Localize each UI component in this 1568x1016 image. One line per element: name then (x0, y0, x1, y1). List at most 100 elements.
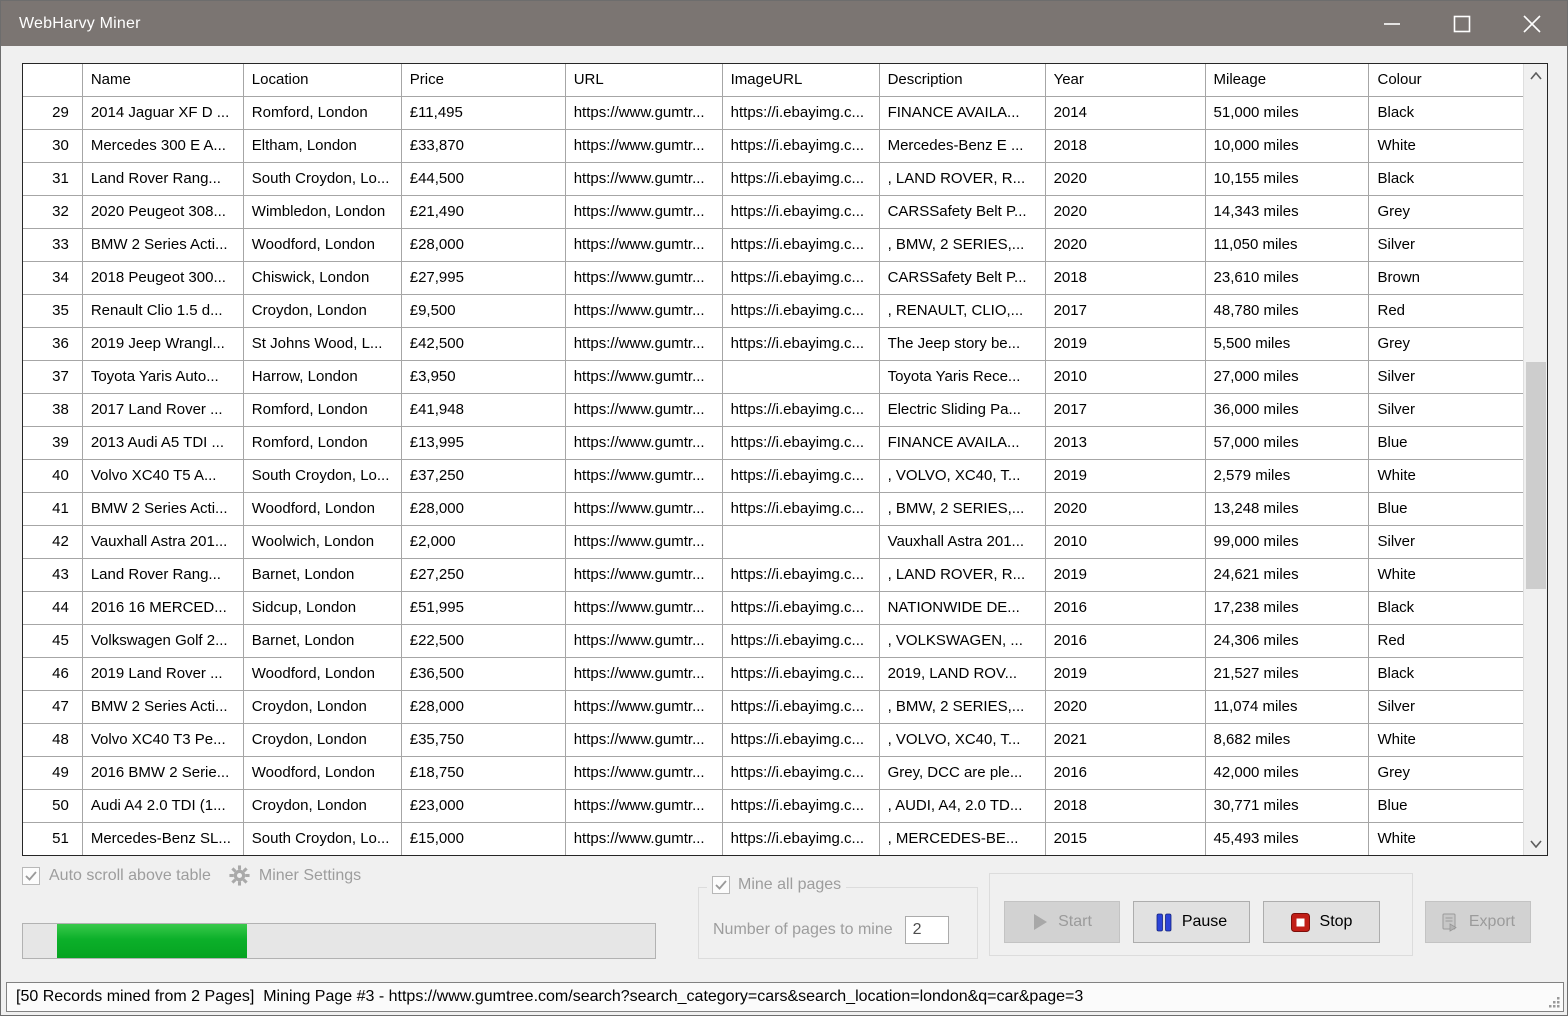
cell-location[interactable]: Wimbledon, London (243, 195, 401, 228)
cell-description[interactable]: , AUDI, A4, 2.0 TD... (879, 789, 1045, 822)
cell-image-url[interactable]: https://i.ebayimg.c... (722, 426, 879, 459)
cell-year[interactable]: 2018 (1045, 129, 1205, 162)
cell-image-url[interactable]: https://i.ebayimg.c... (722, 393, 879, 426)
cell-colour[interactable]: Silver (1369, 525, 1523, 558)
cell-url[interactable]: https://www.gumtr... (565, 459, 722, 492)
cell-location[interactable]: Romford, London (243, 426, 401, 459)
cell-year[interactable]: 2020 (1045, 492, 1205, 525)
cell-image-url[interactable]: https://i.ebayimg.c... (722, 96, 879, 129)
cell-price[interactable]: £27,995 (401, 261, 565, 294)
cell-url[interactable]: https://www.gumtr... (565, 393, 722, 426)
cell-row-number[interactable]: 50 (23, 789, 82, 822)
cell-url[interactable]: https://www.gumtr... (565, 558, 722, 591)
cell-year[interactable]: 2018 (1045, 789, 1205, 822)
cell-name[interactable]: 2020 Peugeot 308... (82, 195, 243, 228)
cell-price[interactable]: £11,495 (401, 96, 565, 129)
cell-row-number[interactable]: 49 (23, 756, 82, 789)
cell-name[interactable]: Mercedes-Benz SL... (82, 822, 243, 855)
cell-location[interactable]: Croydon, London (243, 723, 401, 756)
cell-price[interactable]: £42,500 (401, 327, 565, 360)
cell-row-number[interactable]: 42 (23, 525, 82, 558)
cell-row-number[interactable]: 39 (23, 426, 82, 459)
cell-image-url[interactable] (722, 525, 879, 558)
cell-image-url[interactable] (722, 360, 879, 393)
cell-description[interactable]: , LAND ROVER, R... (879, 558, 1045, 591)
scroll-down-button[interactable] (1524, 832, 1548, 855)
cell-url[interactable]: https://www.gumtr... (565, 756, 722, 789)
cell-mileage[interactable]: 2,579 miles (1205, 459, 1369, 492)
cell-name[interactable]: Land Rover Rang... (82, 558, 243, 591)
cell-price[interactable]: £41,948 (401, 393, 565, 426)
cell-mileage[interactable]: 17,238 miles (1205, 591, 1369, 624)
cell-location[interactable]: Eltham, London (243, 129, 401, 162)
cell-url[interactable]: https://www.gumtr... (565, 723, 722, 756)
cell-colour[interactable]: Silver (1369, 360, 1523, 393)
cell-name[interactable]: 2013 Audi A5 TDI ... (82, 426, 243, 459)
cell-image-url[interactable]: https://i.ebayimg.c... (722, 327, 879, 360)
cell-colour[interactable]: Brown (1369, 261, 1523, 294)
cell-description[interactable]: 2019, LAND ROV... (879, 657, 1045, 690)
column-header-location[interactable]: Location (243, 64, 401, 96)
column-header-price[interactable]: Price (401, 64, 565, 96)
cell-price[interactable]: £37,250 (401, 459, 565, 492)
cell-url[interactable]: https://www.gumtr... (565, 789, 722, 822)
cell-url[interactable]: https://www.gumtr... (565, 822, 722, 855)
stop-button[interactable]: Stop (1263, 901, 1380, 943)
cell-mileage[interactable]: 27,000 miles (1205, 360, 1369, 393)
cell-colour[interactable]: White (1369, 723, 1523, 756)
cell-year[interactable]: 2017 (1045, 294, 1205, 327)
cell-name[interactable]: Volvo XC40 T5 A... (82, 459, 243, 492)
cell-row-number[interactable]: 33 (23, 228, 82, 261)
cell-name[interactable]: Vauxhall Astra 201... (82, 525, 243, 558)
cell-url[interactable]: https://www.gumtr... (565, 162, 722, 195)
column-header-url[interactable]: URL (565, 64, 722, 96)
cell-year[interactable]: 2013 (1045, 426, 1205, 459)
cell-name[interactable]: 2016 16 MERCED... (82, 591, 243, 624)
cell-image-url[interactable]: https://i.ebayimg.c... (722, 624, 879, 657)
cell-row-number[interactable]: 45 (23, 624, 82, 657)
cell-description[interactable]: Mercedes-Benz E ... (879, 129, 1045, 162)
cell-image-url[interactable]: https://i.ebayimg.c... (722, 162, 879, 195)
cell-colour[interactable]: White (1369, 459, 1523, 492)
cell-mileage[interactable]: 57,000 miles (1205, 426, 1369, 459)
cell-mileage[interactable]: 10,000 miles (1205, 129, 1369, 162)
cell-image-url[interactable]: https://i.ebayimg.c... (722, 492, 879, 525)
cell-colour[interactable]: Blue (1369, 492, 1523, 525)
cell-mileage[interactable]: 8,682 miles (1205, 723, 1369, 756)
cell-image-url[interactable]: https://i.ebayimg.c... (722, 789, 879, 822)
cell-year[interactable]: 2020 (1045, 195, 1205, 228)
cell-row-number[interactable]: 41 (23, 492, 82, 525)
cell-colour[interactable]: Grey (1369, 195, 1523, 228)
cell-name[interactable]: Volvo XC40 T3 Pe... (82, 723, 243, 756)
cell-colour[interactable]: Blue (1369, 426, 1523, 459)
cell-name[interactable]: Toyota Yaris Auto... (82, 360, 243, 393)
cell-image-url[interactable]: https://i.ebayimg.c... (722, 822, 879, 855)
cell-location[interactable]: Romford, London (243, 96, 401, 129)
cell-location[interactable]: Woodford, London (243, 492, 401, 525)
cell-mileage[interactable]: 51,000 miles (1205, 96, 1369, 129)
cell-name[interactable]: BMW 2 Series Acti... (82, 690, 243, 723)
cell-mileage[interactable]: 13,248 miles (1205, 492, 1369, 525)
cell-row-number[interactable]: 36 (23, 327, 82, 360)
export-button[interactable]: Export (1425, 901, 1531, 943)
cell-row-number[interactable]: 43 (23, 558, 82, 591)
cell-colour[interactable]: Silver (1369, 228, 1523, 261)
cell-location[interactable]: Croydon, London (243, 294, 401, 327)
cell-image-url[interactable]: https://i.ebayimg.c... (722, 294, 879, 327)
cell-url[interactable]: https://www.gumtr... (565, 624, 722, 657)
cell-name[interactable]: BMW 2 Series Acti... (82, 492, 243, 525)
cell-url[interactable]: https://www.gumtr... (565, 426, 722, 459)
cell-image-url[interactable]: https://i.ebayimg.c... (722, 591, 879, 624)
cell-location[interactable]: Woodford, London (243, 657, 401, 690)
start-button[interactable]: Start (1004, 901, 1120, 943)
cell-year[interactable]: 2017 (1045, 393, 1205, 426)
cell-mileage[interactable]: 11,074 miles (1205, 690, 1369, 723)
cell-description[interactable]: , BMW, 2 SERIES,... (879, 492, 1045, 525)
cell-price[interactable]: £28,000 (401, 228, 565, 261)
cell-description[interactable]: Electric Sliding Pa... (879, 393, 1045, 426)
cell-year[interactable]: 2015 (1045, 822, 1205, 855)
cell-mileage[interactable]: 99,000 miles (1205, 525, 1369, 558)
cell-description[interactable]: Grey, DCC are ple... (879, 756, 1045, 789)
cell-name[interactable]: Volkswagen Golf 2... (82, 624, 243, 657)
column-header-year[interactable]: Year (1045, 64, 1205, 96)
